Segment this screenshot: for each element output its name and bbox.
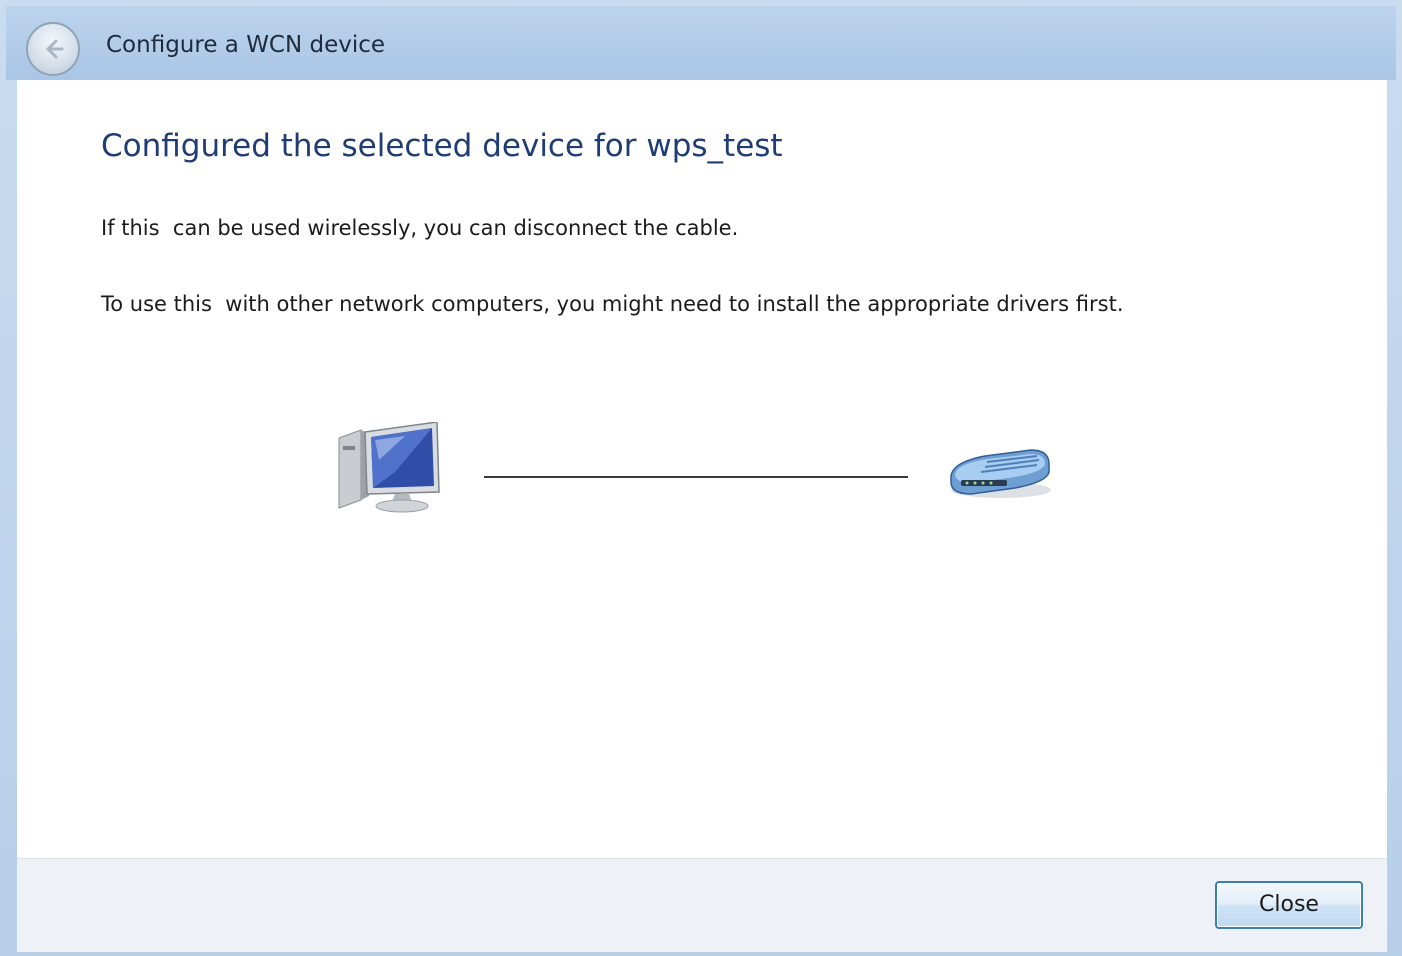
back-button[interactable] xyxy=(26,22,80,76)
content-pane: Configured the selected device for wps_t… xyxy=(17,80,1387,858)
computer-icon xyxy=(335,421,445,518)
close-button[interactable]: Close xyxy=(1215,881,1363,929)
window-title: Configure a WCN device xyxy=(106,32,386,58)
button-bar: Close xyxy=(17,858,1387,952)
drivers-info-text: To use this with other network computers… xyxy=(101,292,1124,316)
page-heading: Configured the selected device for wps_t… xyxy=(101,128,783,164)
back-arrow-icon xyxy=(46,39,64,59)
wizard-window: Configure a WCN device Configured the se… xyxy=(0,0,1402,956)
wireless-info-text: If this can be used wirelessly, you can … xyxy=(101,216,739,240)
router-icon xyxy=(945,446,1055,506)
connection-line xyxy=(484,476,908,478)
title-bar: Configure a WCN device xyxy=(6,6,1396,80)
